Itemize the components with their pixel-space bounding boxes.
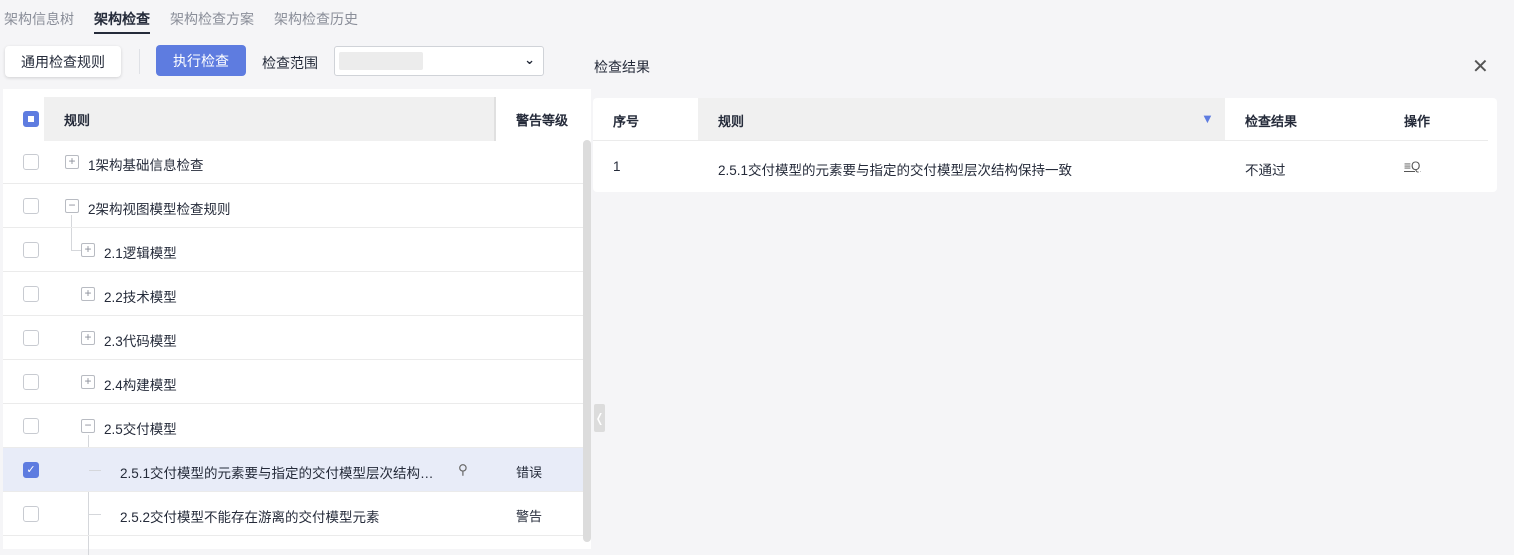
result-title: 检查结果: [594, 59, 650, 75]
tree-line: [89, 514, 101, 515]
row-checkbox[interactable]: [23, 154, 39, 170]
row-checkbox[interactable]: [23, 242, 39, 258]
result-status: 不通过: [1245, 163, 1286, 178]
row-checkbox[interactable]: [23, 374, 39, 390]
chevron-down-icon: ⌄: [524, 52, 535, 67]
tree-row[interactable]: +2.2技术模型: [3, 272, 583, 316]
tree-row[interactable]: +2.3代码模型: [3, 316, 583, 360]
tabs: 架构信息树 架构检查 架构检查方案 架构检查历史: [0, 0, 374, 34]
row-label: 2.3代码模型: [104, 334, 177, 349]
view-detail-icon[interactable]: ≡Q: [1404, 159, 1420, 173]
tree-row[interactable]: −2架构视图模型检查规则: [3, 184, 583, 228]
general-rules-button[interactable]: 通用检查规则: [5, 46, 121, 77]
expand-icon[interactable]: +: [81, 243, 95, 257]
row-label: 2.5.2交付模型不能存在游离的交付模型元素: [120, 510, 380, 525]
row-label: 2.5交付模型: [104, 422, 177, 437]
row-label: 2.5.1交付模型的元素要与指定的交付模型层次结构…: [120, 466, 434, 481]
row-checkbox[interactable]: [23, 506, 39, 522]
row-label: 2.4构建模型: [104, 378, 177, 393]
rule-column-header: 规则: [44, 97, 496, 141]
expand-icon[interactable]: +: [81, 375, 95, 389]
action-column-header: 操作: [1404, 114, 1431, 129]
row-level: 错误: [516, 465, 543, 480]
tree-row[interactable]: +2.1逻辑模型: [3, 228, 583, 272]
tree-header: 规则 警告等级: [3, 97, 583, 141]
divider: [593, 140, 1488, 141]
level-column-header: 警告等级: [516, 113, 569, 128]
result-column-header: 检查结果: [1245, 114, 1298, 129]
expand-icon[interactable]: +: [81, 331, 95, 345]
scope-label: 检查范围: [262, 55, 318, 71]
row-checkbox-checked[interactable]: ✓: [23, 462, 39, 478]
tab-arch-check[interactable]: 架构检查: [94, 0, 150, 34]
rule-tree-panel: 规则 警告等级 +1架构基础信息检查 −2架构视图模型检查规则 +2.1逻辑模型…: [3, 89, 591, 555]
row-label: 1架构基础信息检查: [88, 158, 204, 173]
divider: [139, 49, 140, 74]
expand-icon[interactable]: +: [81, 287, 95, 301]
row-checkbox[interactable]: [23, 330, 39, 346]
hierarchy-icon[interactable]: ⚲: [458, 462, 468, 478]
scope-select[interactable]: ⌄: [334, 46, 544, 76]
row-checkbox[interactable]: [23, 198, 39, 214]
row-checkbox[interactable]: [23, 286, 39, 302]
blurred-value: [339, 52, 423, 70]
row-checkbox[interactable]: [23, 418, 39, 434]
expand-icon[interactable]: +: [65, 155, 79, 169]
tree-row[interactable]: 2.5.2交付模型不能存在游离的交付模型元素 警告: [3, 492, 583, 536]
result-table: 序号 规则 ▼ 检查结果 操作 1 2.5.1交付模型的元素要与指定的交付模型层…: [593, 98, 1497, 192]
tree-row[interactable]: −2.5交付模型: [3, 404, 583, 448]
tree-line: [89, 470, 101, 471]
filter-icon[interactable]: ▼: [1201, 98, 1214, 141]
scrollbar[interactable]: [583, 140, 591, 542]
collapse-icon[interactable]: −: [65, 199, 79, 213]
run-check-button[interactable]: 执行检查: [156, 45, 246, 76]
tab-check-plan[interactable]: 架构检查方案: [170, 0, 254, 34]
close-icon[interactable]: ✕: [1472, 54, 1489, 79]
tree-row[interactable]: +2.4构建模型: [3, 360, 583, 404]
collapse-icon[interactable]: −: [81, 419, 95, 433]
result-no: 1: [613, 159, 621, 174]
row-label: 2.1逻辑模型: [104, 246, 177, 261]
row-label: 2架构视图模型检查规则: [88, 202, 231, 217]
tree-row[interactable]: +1架构基础信息检查: [3, 140, 583, 184]
result-rule: 2.5.1交付模型的元素要与指定的交付模型层次结构保持一致: [718, 163, 1073, 178]
row-level: 警告: [516, 509, 543, 524]
rule-column-header: 规则: [718, 114, 745, 129]
tab-check-history[interactable]: 架构检查历史: [274, 0, 358, 34]
row-label: 2.2技术模型: [104, 290, 177, 305]
tab-info-tree[interactable]: 架构信息树: [4, 0, 74, 34]
tree-row[interactable]: ✓ 2.5.1交付模型的元素要与指定的交付模型层次结构… ⚲ 错误: [3, 448, 583, 492]
select-all-checkbox[interactable]: [23, 111, 39, 127]
rule-header-bg: [698, 98, 1225, 141]
collapse-panel-button[interactable]: ❬: [594, 404, 605, 432]
no-column-header: 序号: [613, 114, 640, 129]
